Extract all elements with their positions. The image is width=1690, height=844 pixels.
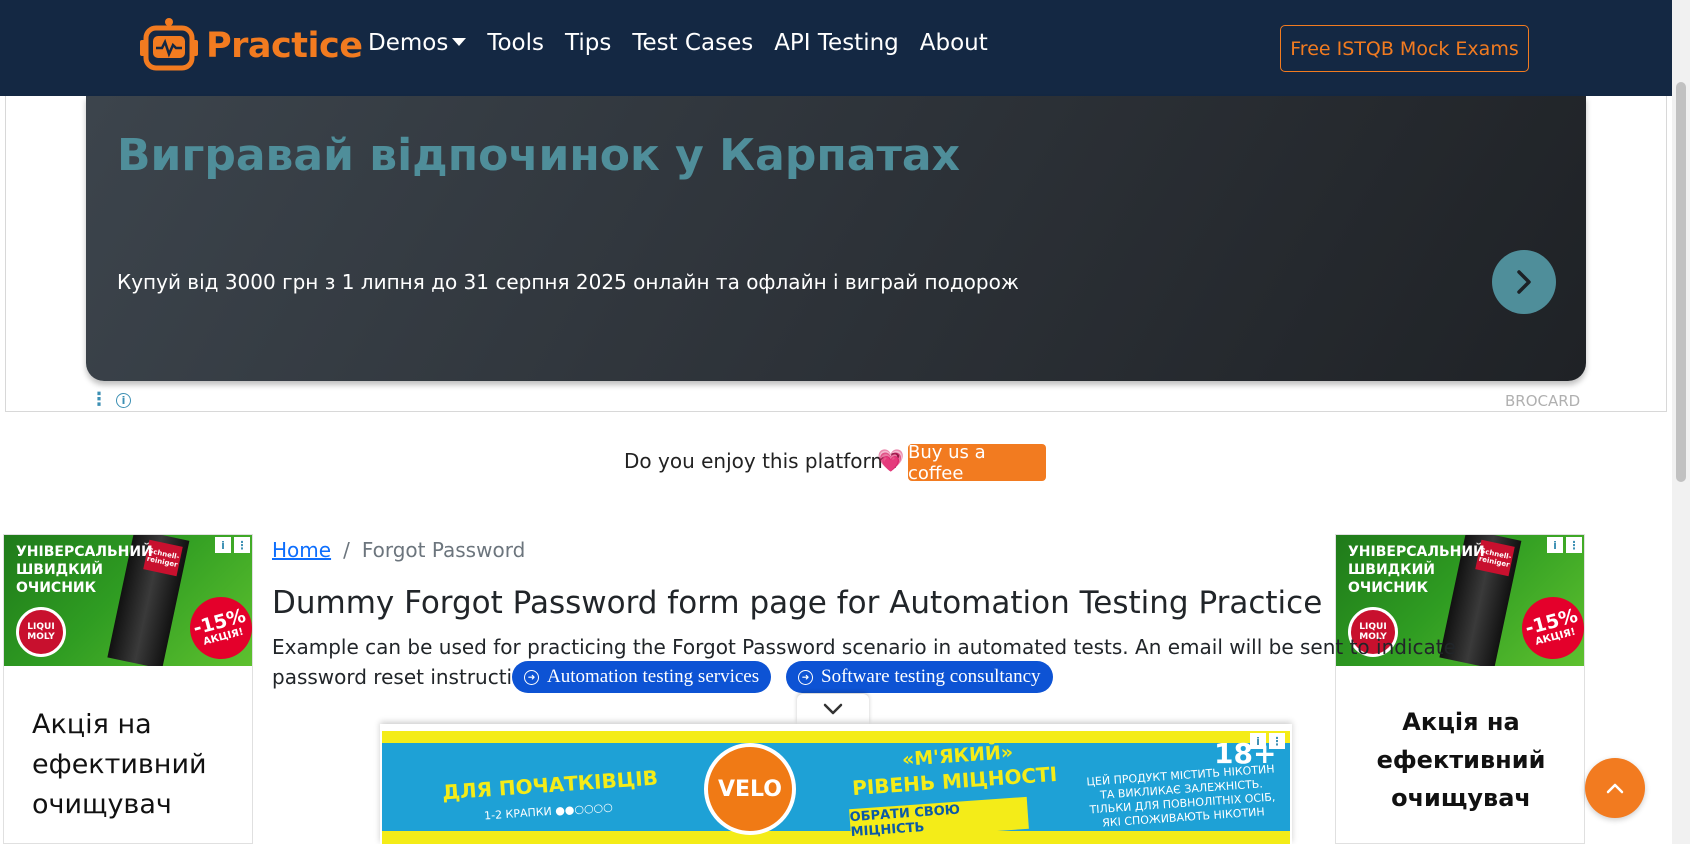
- chevron-right-icon: [1517, 270, 1531, 294]
- nav-links: Demos Tools Tips Test Cases API Testing …: [368, 30, 1009, 56]
- liqui-moly-logo: LIQUI MOLY: [16, 607, 66, 657]
- logo[interactable]: Practice: [140, 18, 363, 74]
- side-ad-title: УНІВЕРСАЛЬНИЙ ШВИДКИЙ ОЧИСНИК: [1348, 544, 1485, 596]
- nav-test-cases[interactable]: Test Cases: [632, 30, 753, 56]
- side-ad-badges: i ⋮: [1547, 537, 1582, 553]
- istqb-mock-exams-button[interactable]: Free ISTQB Mock Exams: [1280, 25, 1529, 72]
- discount-badge: -15% АКЦІЯ!: [1515, 590, 1584, 666]
- navbar: Practice Demos Tools Tips Test Cases API…: [0, 0, 1672, 96]
- ad-info-icon[interactable]: i: [1547, 537, 1563, 553]
- software-testing-consultancy-link[interactable]: ➜ Software testing consultancy: [786, 661, 1053, 693]
- ad-menu-icon[interactable]: ⋮: [1269, 733, 1285, 749]
- nav-demos-label: Demos: [368, 30, 449, 56]
- nav-about[interactable]: About: [920, 30, 988, 56]
- pill-label: Software testing consultancy: [821, 666, 1041, 687]
- support-question: Do you enjoy this platform?: [624, 449, 901, 473]
- nav-tips[interactable]: Tips: [565, 30, 611, 56]
- robot-logo-icon: [140, 18, 198, 74]
- top-ad-subtext[interactable]: Купуй від 3000 грн з 1 липня до 31 серпн…: [117, 270, 1019, 294]
- velo-product-image: VELO: [704, 743, 796, 835]
- bottom-ad-headline: ДЛЯ ПОЧАТКІВЦІВ: [441, 765, 659, 805]
- nav-tools[interactable]: Tools: [487, 30, 544, 56]
- bottom-ad-subline: 1-2 КРАПКИ ●●○○○○: [483, 800, 614, 823]
- side-ad-headline: Акція на ефективний очищувач: [32, 709, 207, 820]
- bottom-ad-badges: i ⋮: [1250, 733, 1285, 749]
- ad-info-icon[interactable]: i: [215, 537, 231, 553]
- discount-badge: -15% АКЦІЯ!: [183, 590, 252, 666]
- nav-api-testing[interactable]: API Testing: [774, 30, 899, 56]
- breadcrumb-current: Forgot Password: [361, 538, 526, 562]
- ad-info-icon[interactable]: i: [1250, 733, 1266, 749]
- breadcrumb-separator: /: [343, 538, 350, 562]
- logo-text: Practice: [206, 26, 363, 66]
- breadcrumb-home-link[interactable]: Home: [272, 538, 331, 562]
- buy-coffee-button[interactable]: Buy us a coffee: [908, 442, 1046, 484]
- left-side-ad[interactable]: Schnell-reiniger УНІВЕРСАЛЬНИЙ ШВИДКИЙ О…: [3, 534, 253, 844]
- ad-next-button[interactable]: [1492, 250, 1556, 314]
- page-description-line1: Example can be used for practicing the F…: [272, 635, 1456, 659]
- scrollbar-thumb[interactable]: [1676, 82, 1686, 482]
- ad-info-icon[interactable]: i: [116, 392, 131, 408]
- chevron-up-icon: [1606, 783, 1624, 794]
- ad-menu-icon[interactable]: ⋮: [1566, 537, 1582, 553]
- ad-stripe: [382, 731, 1290, 743]
- nicotine-warning: ЦЕЙ ПРОДУКТ МІСТИТЬ НІКОТИН ТА ВИКЛИКАЄ …: [1086, 762, 1276, 830]
- ad-brand: BROCARD: [1505, 392, 1581, 410]
- bottom-ad-mid-line2: РІВЕНЬ МІЦНОСТІ: [851, 761, 1058, 801]
- ad-controls: ⋮ i: [90, 391, 131, 409]
- page-scrollbar[interactable]: [1672, 0, 1690, 844]
- page-title: Dummy Forgot Password form page for Auto…: [272, 585, 1323, 621]
- pill-label: Automation testing services: [547, 666, 760, 687]
- page-description-line2: password reset instructions: [272, 665, 548, 689]
- ad-menu-icon[interactable]: ⋮: [234, 537, 250, 553]
- automation-testing-services-link[interactable]: ➜ Automation testing services: [512, 661, 772, 693]
- arrow-circle-icon: ➜: [524, 669, 539, 685]
- chevron-down-icon: [823, 703, 843, 715]
- page: Practice Demos Tools Tips Test Cases API…: [0, 0, 1690, 844]
- nav-demos[interactable]: Demos: [368, 30, 467, 56]
- heart-icon: 💗: [877, 449, 905, 474]
- side-ad-title: УНІВЕРСАЛЬНИЙ ШВИДКИЙ ОЧИСНИК: [16, 544, 153, 596]
- breadcrumb: Home / Forgot Password: [272, 538, 525, 562]
- scroll-to-top-button[interactable]: [1585, 758, 1645, 818]
- collapse-ad-button[interactable]: [797, 694, 869, 724]
- top-ad-headline[interactable]: Вигравай відпочинок у Карпатах: [117, 130, 960, 181]
- ad-stripe: [382, 831, 1290, 844]
- side-ad-badges: i ⋮: [215, 537, 250, 553]
- right-side-ad[interactable]: Schnell-reiniger УНІВЕРСАЛЬНИЙ ШВИДКИЙ О…: [1335, 534, 1585, 844]
- side-ad-image: Schnell-reiniger УНІВЕРСАЛЬНИЙ ШВИДКИЙ О…: [4, 535, 252, 666]
- bottom-anchor-ad[interactable]: ДЛЯ ПОЧАТКІВЦІВ 1-2 КРАПКИ ●●○○○○ VELO «…: [382, 731, 1290, 844]
- ad-menu-icon[interactable]: ⋮: [90, 391, 108, 409]
- side-ad-headline: Акція на ефективний очищувач: [1376, 708, 1546, 812]
- arrow-circle-icon: ➜: [798, 669, 813, 685]
- caret-down-icon: [452, 37, 467, 46]
